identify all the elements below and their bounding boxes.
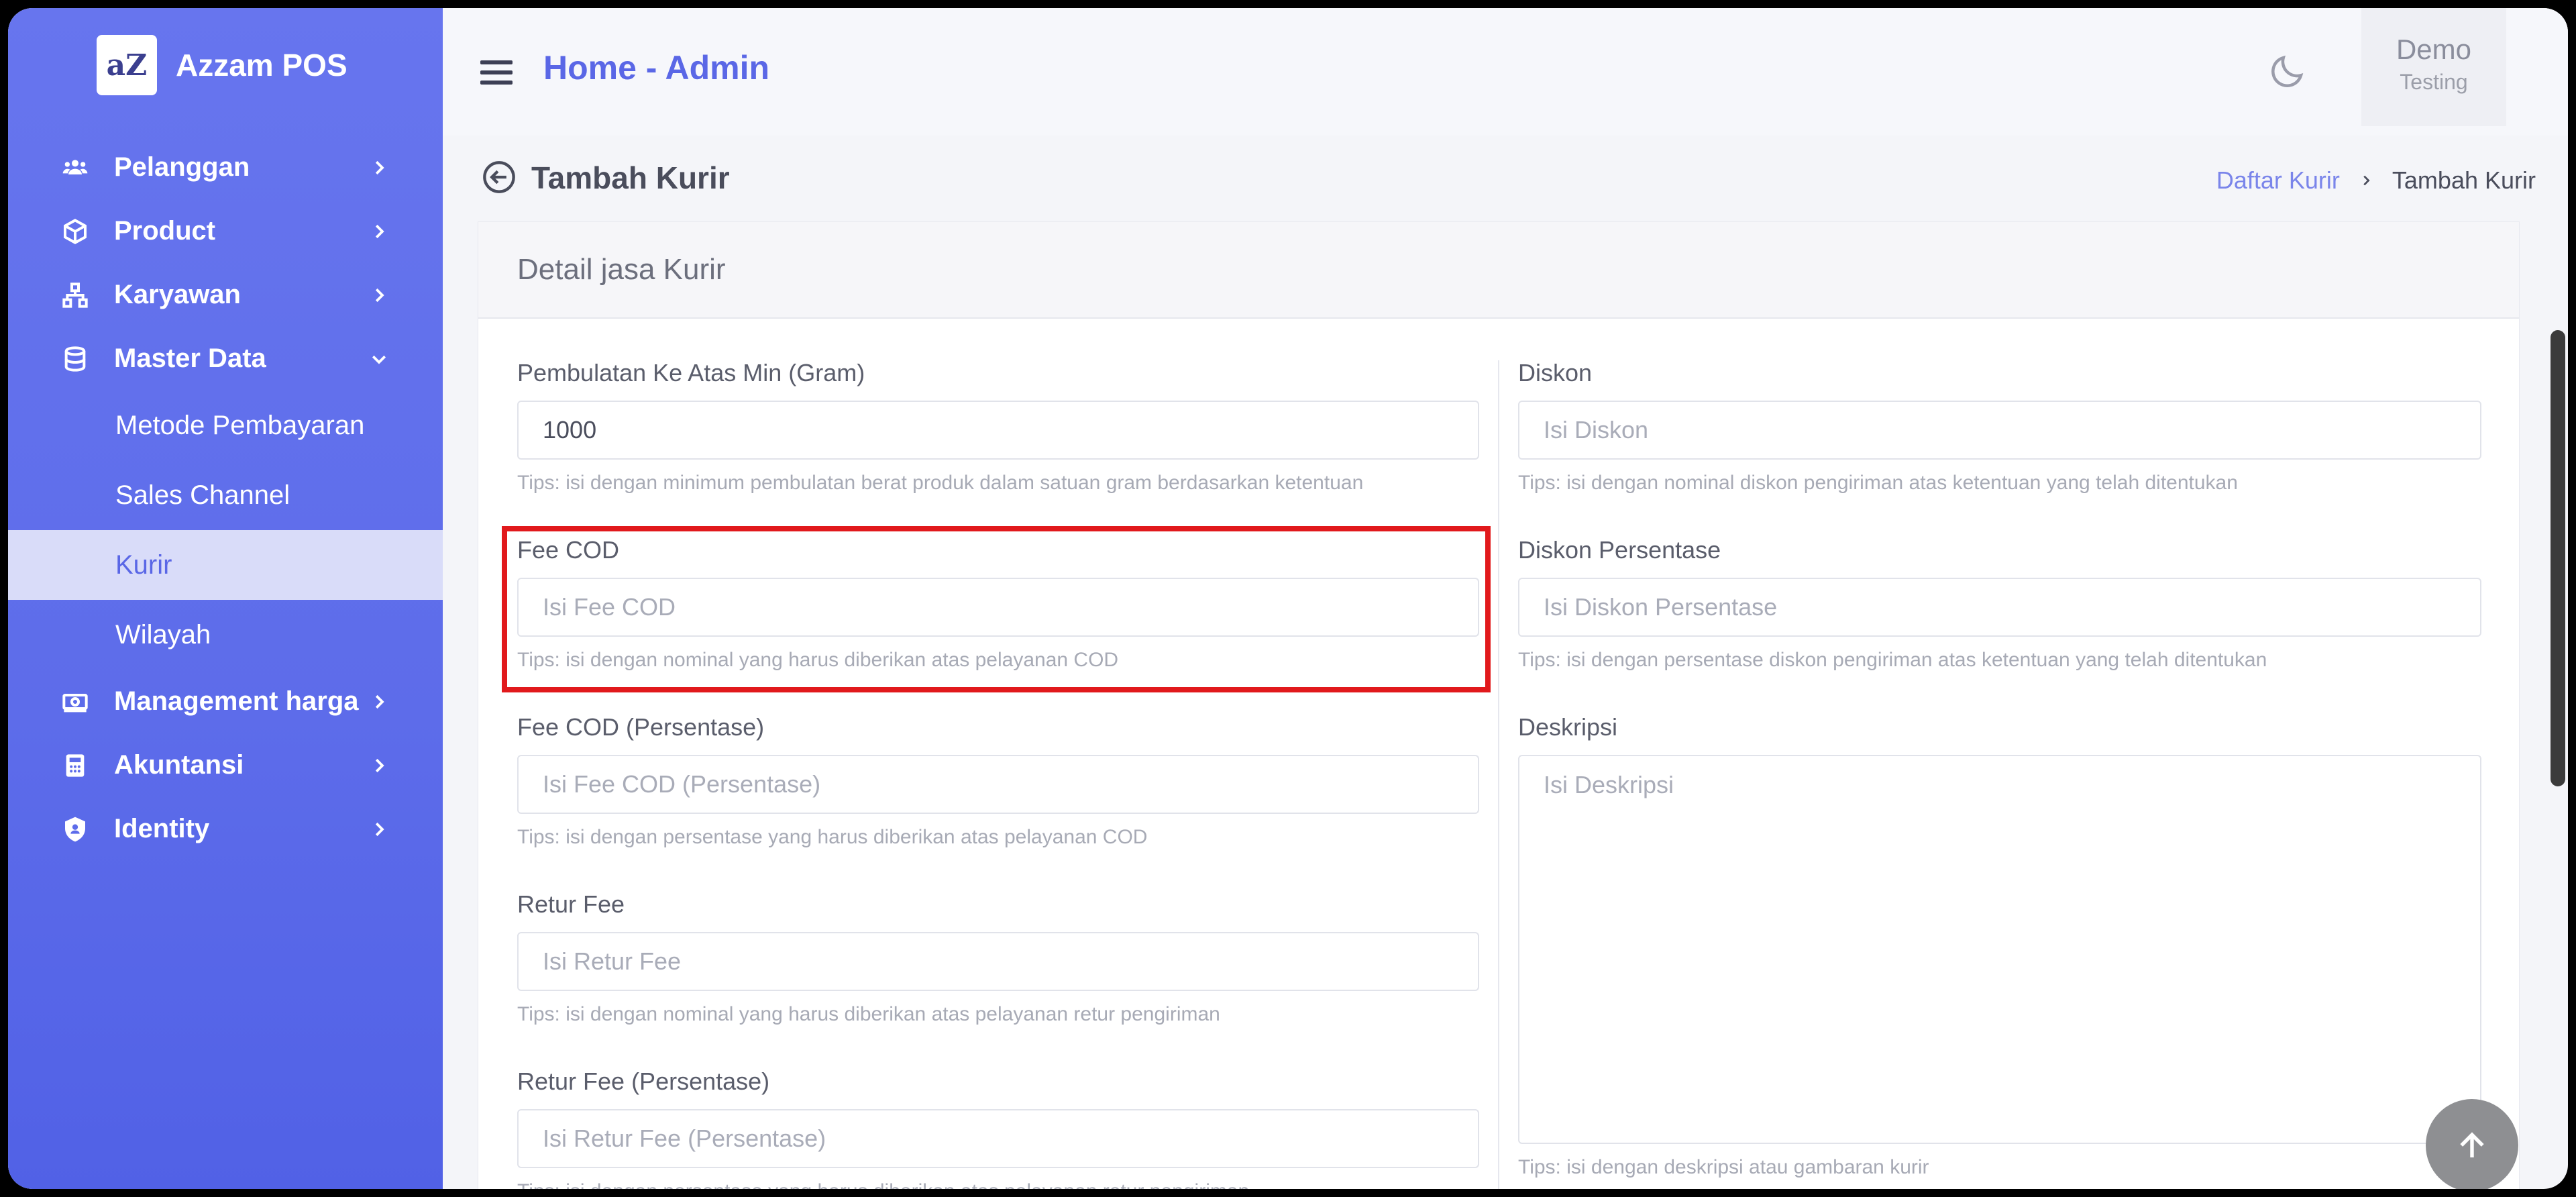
database-icon [60, 344, 90, 374]
org-chart-icon [60, 280, 90, 310]
sidebar-subitem-sales-channel[interactable]: Sales Channel [8, 460, 443, 530]
fee-cod-persentase-input[interactable]: Isi Fee COD (Persentase) [517, 755, 1479, 814]
sidebar-item-pelanggan[interactable]: Pelanggan [8, 136, 443, 199]
calculator-icon [60, 751, 90, 780]
breadcrumb: Daftar Kurir Tambah Kurir [2216, 166, 2536, 195]
field-tip: Tips: isi dengan deskripsi atau gambaran… [1518, 1156, 1929, 1178]
sidebar-item-label: Product [114, 216, 216, 246]
sidebar: aZ Azzam POS Pelanggan Product Karyawan … [8, 8, 443, 1189]
back-arrow-icon[interactable] [482, 160, 517, 195]
top-header: Home - Admin Demo Testing [443, 8, 2568, 136]
form-title: Tambah Kurir [531, 160, 730, 195]
fee-cod-input[interactable]: Isi Fee COD [517, 578, 1479, 637]
chevron-right-icon [375, 822, 384, 836]
sidebar-item-label: Identity [114, 814, 210, 843]
sidebar-item-identity[interactable]: Identity [8, 797, 443, 861]
page-title: Home - Admin [543, 49, 770, 87]
field-diskon: Diskon Isi Diskon Tips: isi dengan nomin… [1518, 359, 2481, 495]
chevron-right-icon [2363, 175, 2370, 186]
breadcrumb-link[interactable]: Daftar Kurir [2216, 166, 2340, 195]
sidebar-item-akuntansi[interactable]: Akuntansi [8, 733, 443, 797]
scroll-to-top-button[interactable] [2426, 1099, 2518, 1189]
field-tip: Tips: isi dengan nominal diskon pengirim… [1518, 472, 2238, 494]
field-tip: Tips: isi dengan minimum pembulatan bera… [517, 472, 1364, 494]
chevron-right-icon [375, 694, 384, 709]
users-icon [60, 153, 90, 183]
field-retur-fee-persentase: Retur Fee (Persentase) Isi Retur Fee (Pe… [517, 1068, 1479, 1189]
sidebar-item-label: Akuntansi [114, 750, 244, 780]
brand-logo: aZ [97, 35, 157, 95]
field-label: Diskon [1518, 359, 1593, 386]
field-tip: Tips: isi dengan nominal yang harus dibe… [517, 1003, 1220, 1025]
sidebar-subitem-label: Sales Channel [115, 480, 290, 510]
sidebar-subitem-label: Wilayah [115, 619, 211, 649]
chevron-right-icon [375, 758, 384, 772]
pembulatan-input[interactable]: 1000 [517, 401, 1479, 460]
sidebar-item-karyawan[interactable]: Karyawan [8, 263, 443, 327]
sidebar-subitem-wilayah[interactable]: Wilayah [8, 600, 443, 670]
sidebar-item-label: Pelanggan [114, 152, 250, 182]
field-label: Diskon Persentase [1518, 536, 1721, 564]
brand[interactable]: aZ Azzam POS [97, 35, 347, 95]
field-label: Fee COD (Persentase) [517, 713, 765, 741]
breadcrumb-current: Tambah Kurir [2392, 166, 2536, 194]
sidebar-subitem-label: Metode Pembayaran [115, 410, 365, 440]
sidebar-item-label: Master Data [114, 344, 266, 373]
chevron-right-icon [375, 160, 384, 174]
user-name: Demo [2396, 34, 2472, 65]
sidebar-item-master-data[interactable]: Master Data [8, 327, 443, 391]
scrollbar-thumb[interactable] [2551, 330, 2565, 786]
brand-name: Azzam POS [176, 48, 347, 83]
sidebar-nav: Pelanggan Product Karyawan Master Data M… [8, 136, 443, 861]
field-label: Retur Fee (Persentase) [517, 1068, 770, 1095]
field-retur-fee: Retur Fee Isi Retur Fee Tips: isi dengan… [517, 890, 1479, 1026]
field-tip: Tips: isi dengan persentase diskon pengi… [1518, 649, 2267, 671]
field-label: Retur Fee [517, 890, 625, 918]
field-label: Deskripsi [1518, 713, 1618, 741]
deskripsi-textarea[interactable]: Isi Deskripsi [1518, 755, 2481, 1144]
sidebar-item-management-harga[interactable]: Management harga [8, 670, 443, 733]
field-fee-cod-persentase: Fee COD (Persentase) Isi Fee COD (Persen… [517, 713, 1479, 849]
field-tip: Tips: isi dengan nominal yang harus dibe… [517, 649, 1119, 671]
shield-icon [60, 815, 90, 844]
field-diskon-persentase: Diskon Persentase Isi Diskon Persentase … [1518, 536, 2481, 672]
dark-mode-toggle-icon[interactable] [2267, 51, 2308, 91]
retur-fee-input[interactable]: Isi Retur Fee [517, 932, 1479, 991]
sidebar-subitem-metode-pembayaran[interactable]: Metode Pembayaran [8, 391, 443, 460]
menu-icon[interactable] [480, 60, 513, 85]
chevron-right-icon [375, 288, 384, 302]
card-title: Detail jasa Kurir [478, 222, 2519, 319]
money-icon [60, 687, 90, 717]
sidebar-item-label: Management harga [114, 686, 359, 716]
field-pembulatan: Pembulatan Ke Atas Min (Gram) 1000 Tips:… [517, 359, 1479, 495]
user-role: Testing [2400, 70, 2468, 94]
retur-fee-persentase-input[interactable]: Isi Retur Fee (Persentase) [517, 1109, 1479, 1168]
column-divider [1498, 360, 1499, 1189]
field-fee-cod: Fee COD Isi Fee COD Tips: isi dengan nom… [517, 536, 1479, 672]
chevron-down-icon [372, 355, 386, 364]
user-menu[interactable]: Demo Testing [2361, 8, 2506, 126]
field-tip: Tips: isi dengan persentase yang harus d… [517, 826, 1148, 848]
form-card: Detail jasa Kurir Pembulatan Ke Atas Min… [478, 221, 2520, 1189]
diskon-persentase-input[interactable]: Isi Diskon Persentase [1518, 578, 2481, 637]
app-window: aZ Azzam POS Pelanggan Product Karyawan … [8, 8, 2568, 1189]
sidebar-subitem-kurir[interactable]: Kurir [8, 530, 443, 600]
chevron-right-icon [375, 224, 384, 238]
sidebar-subitem-label: Kurir [115, 550, 172, 580]
field-deskripsi: Deskripsi Isi Deskripsi Tips: isi dengan… [1518, 713, 2481, 1179]
field-tip: Tips: isi dengan persentase yang harus d… [517, 1180, 1479, 1189]
sidebar-item-label: Karyawan [114, 280, 241, 309]
field-label: Pembulatan Ke Atas Min (Gram) [517, 359, 865, 386]
diskon-input[interactable]: Isi Diskon [1518, 401, 2481, 460]
field-label: Fee COD [517, 536, 620, 564]
sidebar-item-product[interactable]: Product [8, 199, 443, 263]
box-icon [60, 217, 90, 246]
arrow-up-icon [2460, 1132, 2484, 1157]
